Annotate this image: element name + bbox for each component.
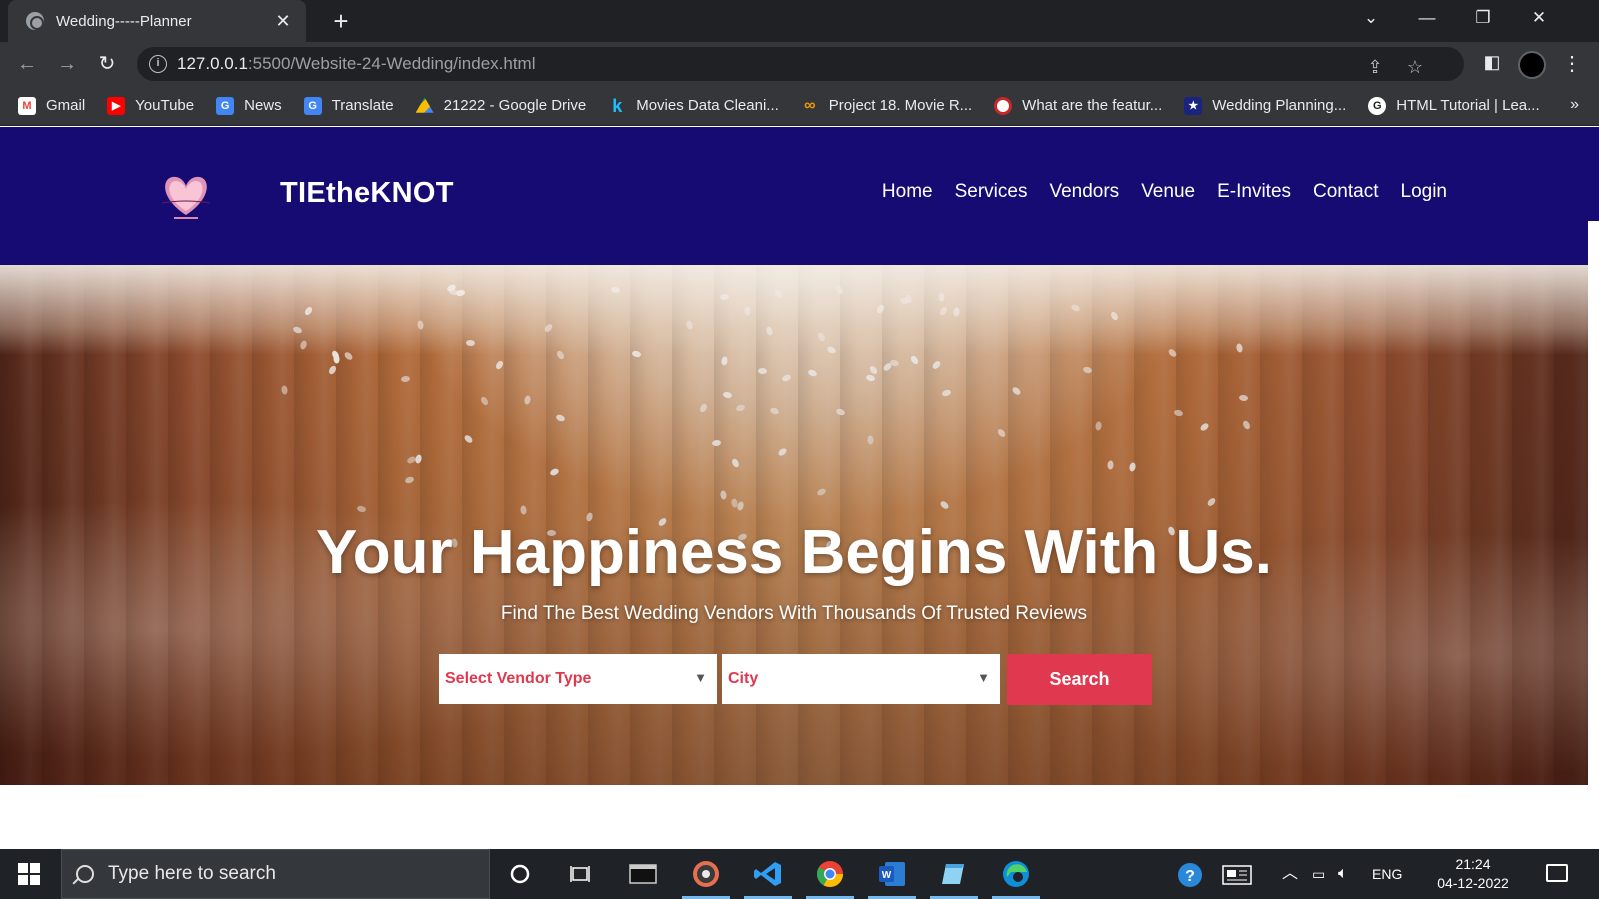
heart-logo-icon[interactable] <box>148 169 224 223</box>
nav-home[interactable]: Home <box>882 181 933 203</box>
browser-tab-bar: Wedding-----Planner ✕ + ⌄ — ❐ ✕ <box>0 0 1599 42</box>
google-icon: G <box>1368 96 1387 115</box>
svg-text:?: ? <box>1185 868 1195 885</box>
site-navbar: TIEtheKNOT Home Services Vendors Venue E… <box>0 127 1599 265</box>
hero-banner: Your Happiness Begins With Us. Find The … <box>0 265 1588 785</box>
nav-vendors[interactable]: Vendors <box>1049 181 1119 203</box>
news-icon: G <box>216 96 235 115</box>
bookmark-html-tutorial[interactable]: G HTML Tutorial | Lea... <box>1368 96 1540 115</box>
bookmark-news[interactable]: G News <box>216 96 282 115</box>
city-select[interactable]: City ▼ <box>722 654 1000 704</box>
bookmark-wedding-planning[interactable]: ★ Wedding Planning... <box>1184 96 1346 115</box>
reload-icon[interactable]: ↻ <box>93 50 121 78</box>
page-scrollbar[interactable] <box>1588 221 1599 849</box>
star-icon: ★ <box>1184 96 1203 115</box>
word-icon[interactable]: W <box>868 857 916 899</box>
bookmark-what-are-features[interactable]: What are the featur... <box>994 96 1162 115</box>
browser-tab[interactable]: Wedding-----Planner ✕ <box>8 0 306 42</box>
svg-text:W: W <box>882 870 892 881</box>
info-icon[interactable]: i <box>149 55 167 73</box>
side-panel-icon[interactable]: ◧ <box>1480 50 1504 74</box>
bookmark-star-icon[interactable]: ☆ <box>1403 55 1427 79</box>
globe-icon <box>26 12 44 30</box>
browser-toolbar: ← → ↻ i 127.0.0.1 :5500/Website-24-Weddi… <box>0 42 1599 86</box>
main-nav: Home Services Vendors Venue E-Invites Co… <box>882 181 1447 203</box>
nav-venue[interactable]: Venue <box>1141 181 1195 203</box>
windows-taskbar: Type here to search W ? ︿ ▭ 🔈︎ ENG 21:24… <box>0 849 1599 899</box>
gmail-icon: M <box>18 96 36 115</box>
volume-icon[interactable]: 🔈︎ <box>1338 849 1348 899</box>
google-drive-icon <box>415 97 434 113</box>
vendor-type-select[interactable]: Select Vendor Type ▼ <box>439 654 717 704</box>
bookmarks-overflow-icon[interactable]: » <box>1570 96 1579 114</box>
taskbar-clock[interactable]: 21:24 04-12-2022 <box>1434 855 1512 893</box>
terminal-icon[interactable] <box>625 857 661 891</box>
edge-icon[interactable] <box>992 857 1040 899</box>
site-brand[interactable]: TIEtheKNOT <box>280 177 454 210</box>
notepad-icon[interactable] <box>930 857 978 899</box>
back-icon[interactable]: ← <box>13 50 41 78</box>
tab-close-icon[interactable]: ✕ <box>272 11 294 32</box>
profile-avatar[interactable] <box>1518 51 1546 79</box>
clock-time: 21:24 <box>1455 856 1491 872</box>
task-view-icon[interactable] <box>562 857 598 891</box>
chevron-up-icon[interactable]: ︿ <box>1282 849 1298 899</box>
taskbar-search-box[interactable]: Type here to search <box>61 849 490 899</box>
url-path: :5500/Website-24-Wedding/index.html <box>247 54 536 73</box>
chevron-down-icon: ▼ <box>977 670 990 685</box>
tab-title: Wedding-----Planner <box>56 12 192 30</box>
url-host: 127.0.0.1 <box>177 54 248 73</box>
infinity-icon: ∞ <box>804 96 816 114</box>
nav-login[interactable]: Login <box>1401 181 1448 203</box>
bookmark-movies-data[interactable]: k Movies Data Cleani... <box>608 97 779 115</box>
nav-services[interactable]: Services <box>955 181 1028 203</box>
bookmark-google-drive[interactable]: 21222 - Google Drive <box>415 97 586 115</box>
device-icon[interactable]: ▭ <box>1312 849 1325 899</box>
new-tab-button[interactable]: + <box>326 6 356 36</box>
nav-contact[interactable]: Contact <box>1313 181 1378 203</box>
vendor-search-form: Select Vendor Type ▼ City ▼ Search <box>439 654 1152 705</box>
bookmark-gmail[interactable]: M Gmail <box>18 96 85 115</box>
bookmark-youtube[interactable]: ▶ YouTube <box>107 96 194 115</box>
search-button[interactable]: Search <box>1007 654 1152 705</box>
kaggle-icon: k <box>612 95 623 116</box>
search-icon <box>76 865 94 883</box>
tab-search-icon[interactable]: ⌄ <box>1343 0 1399 36</box>
nav-e-invites[interactable]: E-Invites <box>1217 181 1291 203</box>
menu-kebab-icon[interactable]: ⋮ <box>1562 50 1582 78</box>
language-indicator[interactable]: ENG <box>1372 849 1402 899</box>
windows-start-icon[interactable] <box>18 863 40 885</box>
chevron-down-icon: ▼ <box>694 670 707 685</box>
bookmark-translate[interactable]: G Translate <box>303 96 394 115</box>
clock-date: 04-12-2022 <box>1437 875 1509 891</box>
bookmark-project-18[interactable]: ∞ Project 18. Movie R... <box>801 97 972 115</box>
help-icon[interactable]: ? <box>1176 849 1204 899</box>
media-player-icon[interactable] <box>682 857 730 899</box>
hero-subtitle: Find The Best Wedding Vendors With Thous… <box>500 603 1088 624</box>
hero-title: Your Happiness Begins With Us. <box>316 518 1272 587</box>
forward-icon[interactable]: → <box>53 50 81 78</box>
notification-icon[interactable] <box>1546 864 1568 882</box>
chrome-icon[interactable] <box>806 857 854 899</box>
youtube-icon: ▶ <box>107 96 126 115</box>
news-widget-icon[interactable] <box>1222 849 1252 899</box>
share-icon[interactable]: ⇪ <box>1363 55 1387 79</box>
translate-icon: G <box>303 96 322 115</box>
restore-icon[interactable]: ❐ <box>1455 0 1511 36</box>
address-bar[interactable]: i 127.0.0.1 :5500/Website-24-Wedding/ind… <box>137 47 1464 81</box>
bookmarks-bar: M Gmail ▶ YouTube G News G Translate 212… <box>0 86 1599 126</box>
page-viewport: TIEtheKNOT Home Services Vendors Venue E… <box>0 127 1599 849</box>
cortana-icon[interactable] <box>502 857 538 891</box>
vscode-icon[interactable] <box>744 857 792 899</box>
close-window-icon[interactable]: ✕ <box>1511 0 1567 36</box>
site-icon <box>994 96 1013 115</box>
minimize-icon[interactable]: — <box>1399 0 1455 36</box>
